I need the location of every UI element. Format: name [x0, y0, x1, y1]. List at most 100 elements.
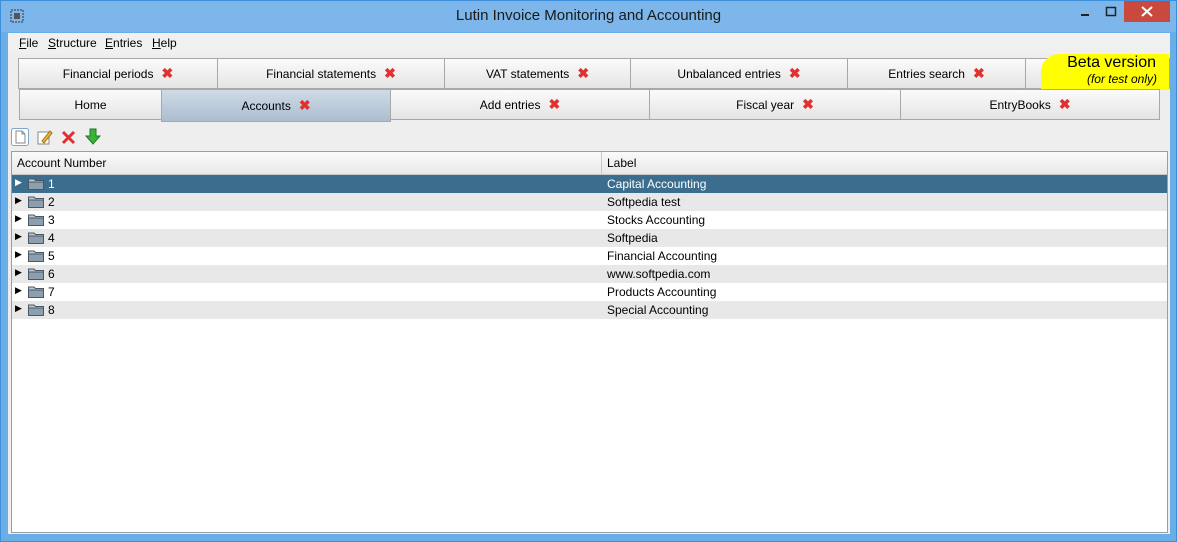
expand-arrow-icon[interactable]: ▶	[15, 249, 22, 260]
account-label: Financial Accounting	[607, 249, 718, 263]
close-tab-icon[interactable]: ✖	[384, 65, 396, 82]
close-tab-icon[interactable]: ✖	[577, 65, 589, 82]
maximize-button[interactable]	[1098, 1, 1124, 23]
account-number: 7	[48, 285, 55, 299]
expand-arrow-icon[interactable]: ▶	[15, 195, 22, 206]
tab-label: Unbalanced entries	[677, 66, 781, 81]
tab-label: VAT statements	[485, 66, 570, 81]
menu-help[interactable]: Help	[152, 36, 177, 50]
table-row[interactable]: ▶ 8 Special Accounting	[12, 301, 1167, 319]
folder-icon	[28, 214, 44, 226]
table-row[interactable]: ▶ 1 Capital Accounting	[12, 175, 1167, 193]
account-label: Softpedia test	[607, 195, 681, 209]
close-tab-icon[interactable]: ✖	[1059, 96, 1071, 113]
close-tab-icon[interactable]: ✖	[299, 97, 311, 114]
folder-icon	[28, 304, 44, 316]
app-window: Lutin Invoice Monitoring and Accounting …	[0, 0, 1177, 542]
table-row[interactable]: ▶ 2 Softpedia test	[12, 193, 1167, 211]
window-title: Lutin Invoice Monitoring and Accounting	[455, 7, 722, 24]
menu-file-label: ile	[26, 36, 39, 50]
account-number: 2	[48, 195, 55, 209]
close-button[interactable]	[1124, 1, 1170, 22]
menu-help-mnemonic: H	[152, 36, 161, 50]
tab-financial-statements[interactable]: Financial statements ✖	[217, 58, 445, 89]
menu-entries[interactable]: Entries	[105, 36, 142, 50]
close-tab-icon[interactable]: ✖	[802, 96, 814, 113]
account-number: 8	[48, 303, 55, 317]
table-row[interactable]: ▶ 3 Stocks Accounting	[12, 211, 1167, 229]
main-panel: Financial periods ✖ Financial statements ✖…	[8, 54, 1170, 534]
tab-accounts[interactable]: Accounts ✖	[161, 89, 391, 122]
tab-label: Accounts	[241, 98, 291, 113]
account-number: 1	[48, 177, 55, 191]
column-header-account-number[interactable]: Account Number	[17, 156, 106, 170]
tab-label: Financial statements	[266, 66, 377, 81]
close-tab-icon[interactable]: ✖	[973, 65, 985, 82]
tab-label: Entries search	[888, 66, 965, 81]
account-number: 6	[48, 267, 55, 281]
download-arrow-icon[interactable]	[84, 128, 102, 146]
expand-arrow-icon[interactable]: ▶	[15, 213, 22, 224]
table-row[interactable]: ▶ 4 Softpedia	[12, 229, 1167, 247]
table-row[interactable]: ▶ 6 www.softpedia.com	[12, 265, 1167, 283]
table-body: ▶ 1 Capital Accounting ▶ 2 Softpedia tes…	[12, 175, 1167, 319]
tab-home[interactable]: Home	[19, 89, 162, 120]
close-tab-icon[interactable]: ✖	[161, 65, 173, 82]
menu-bar: File Structure Entries Help	[8, 33, 1170, 54]
tab-label: Fiscal year	[736, 97, 795, 112]
beta-badge: Beta version (for test only)	[1041, 54, 1169, 90]
expand-arrow-icon[interactable]: ▶	[15, 267, 22, 278]
title-bar[interactable]: Lutin Invoice Monitoring and Accounting	[1, 1, 1176, 32]
account-label: Stocks Accounting	[607, 213, 706, 227]
table-header: Account Number Label	[12, 152, 1167, 175]
tab-label: Financial periods	[62, 66, 154, 81]
menu-help-label: elp	[160, 36, 177, 50]
account-label: Products Accounting	[607, 285, 717, 299]
tab-unbalanced-entries[interactable]: Unbalanced entries ✖	[630, 58, 848, 89]
table-row[interactable]: ▶ 7 Products Accounting	[12, 283, 1167, 301]
edit-icon[interactable]	[36, 128, 54, 146]
account-label: Softpedia	[607, 231, 658, 245]
tab-add-entries[interactable]: Add entries ✖	[390, 89, 650, 120]
menu-file[interactable]: File	[19, 36, 38, 50]
expand-arrow-icon[interactable]: ▶	[15, 177, 22, 188]
delete-icon[interactable]	[60, 128, 78, 146]
close-tab-icon[interactable]: ✖	[548, 96, 560, 113]
new-document-icon[interactable]	[11, 128, 29, 146]
tab-vat-statements[interactable]: VAT statements ✖	[444, 58, 631, 89]
folder-icon	[28, 232, 44, 244]
tab-label: Add entries	[479, 97, 541, 112]
menu-entries-mnemonic: E	[105, 36, 114, 50]
account-label: www.softpedia.com	[607, 267, 711, 281]
menu-structure-label: tructure	[56, 36, 97, 50]
accounts-table: Account Number Label ▶ 1 Capital Account…	[11, 151, 1168, 533]
expand-arrow-icon[interactable]: ▶	[15, 231, 22, 242]
expand-arrow-icon[interactable]: ▶	[15, 285, 22, 296]
account-number: 3	[48, 213, 55, 227]
tab-entrybooks[interactable]: EntryBooks ✖	[900, 89, 1160, 120]
tab-label: EntryBooks	[989, 97, 1051, 112]
tab-label: Home	[74, 97, 107, 112]
column-separator[interactable]	[601, 152, 602, 174]
folder-icon	[28, 286, 44, 298]
minimize-icon	[1081, 14, 1089, 16]
account-label: Special Accounting	[607, 303, 709, 317]
folder-icon	[28, 268, 44, 280]
column-header-label[interactable]: Label	[607, 156, 636, 170]
close-icon	[1141, 6, 1153, 17]
close-tab-icon[interactable]: ✖	[789, 65, 801, 82]
minimize-button[interactable]	[1072, 1, 1098, 23]
menu-structure[interactable]: Structure	[48, 36, 97, 50]
beta-subtitle: (for test only)	[1086, 72, 1157, 86]
table-row[interactable]: ▶ 5 Financial Accounting	[12, 247, 1167, 265]
account-number: 4	[48, 231, 55, 245]
account-label: Capital Accounting	[607, 177, 707, 191]
expand-arrow-icon[interactable]: ▶	[15, 303, 22, 314]
account-number: 5	[48, 249, 55, 263]
folder-icon	[28, 178, 44, 190]
tab-financial-periods[interactable]: Financial periods ✖	[18, 58, 218, 89]
tab-entries-search[interactable]: Entries search ✖	[847, 58, 1026, 89]
toolbar	[8, 125, 1170, 151]
beta-title: Beta version	[1067, 54, 1156, 71]
tab-fiscal-year[interactable]: Fiscal year ✖	[649, 89, 901, 120]
